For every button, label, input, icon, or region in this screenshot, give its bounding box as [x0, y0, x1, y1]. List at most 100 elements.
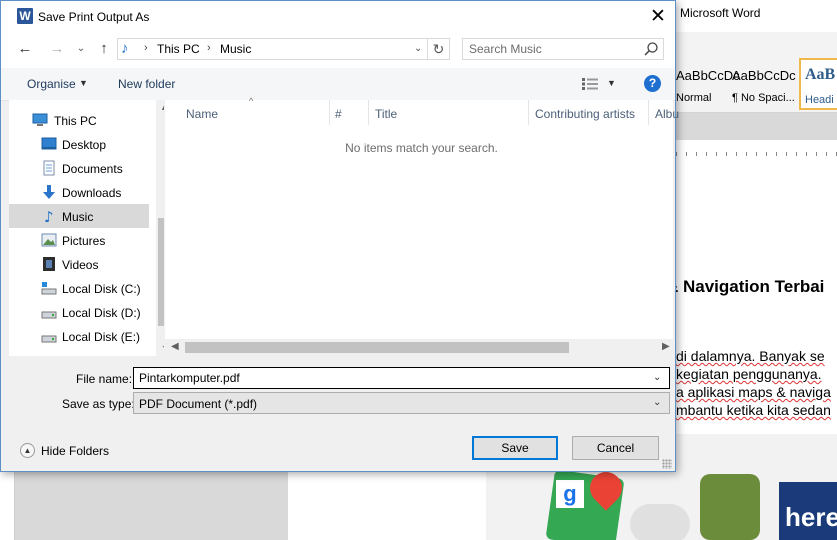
- document-text-line: kegiatan penggunanya.: [676, 366, 822, 382]
- breadcrumb-music[interactable]: Music: [220, 42, 251, 56]
- save-as-type-select[interactable]: PDF Document (*.pdf) ⌄: [133, 392, 670, 414]
- caret-down-icon[interactable]: ▼: [79, 78, 88, 88]
- address-bar[interactable]: ♪ › This PC › Music ⌄: [117, 38, 428, 60]
- style-sample: AaBbCcDc: [732, 68, 796, 83]
- help-icon[interactable]: ?: [644, 75, 661, 92]
- forward-arrow-icon[interactable]: →: [47, 38, 67, 60]
- svg-text:♪: ♪: [44, 208, 54, 224]
- horizontal-ruler: [676, 140, 837, 157]
- recent-locations-chevron-icon[interactable]: ⌄: [71, 38, 91, 60]
- music-icon: ♪: [41, 208, 57, 226]
- sort-ascending-icon: ^: [249, 96, 254, 106]
- sidebar-item-label: Pictures: [62, 234, 106, 248]
- column-divider[interactable]: [648, 100, 649, 125]
- sidebar-item-desktop[interactable]: Desktop: [9, 132, 149, 156]
- here-logo: here: [779, 482, 837, 540]
- chevron-down-icon[interactable]: ⌄: [653, 372, 661, 383]
- sidebar-item-local-disk-e[interactable]: Local Disk (E:): [9, 324, 149, 348]
- column-contributing-artists[interactable]: Contributing artists: [535, 107, 635, 121]
- search-box[interactable]: [462, 38, 664, 60]
- document-text-line: di dalamnya. Banyak se: [676, 348, 825, 364]
- sidebar-item-music[interactable]: ♪ Music: [9, 204, 149, 228]
- sidebar-item-label: Desktop: [62, 138, 107, 152]
- style-label: Normal: [676, 92, 712, 104]
- cancel-button[interactable]: Cancel: [572, 436, 659, 460]
- search-input[interactable]: [469, 42, 639, 56]
- google-g-icon: g: [556, 480, 584, 508]
- drive-icon: [41, 328, 57, 344]
- organise-button[interactable]: Organise: [27, 77, 76, 91]
- refresh-icon[interactable]: ↻: [428, 38, 450, 60]
- hide-folders-button[interactable]: ▲ Hide Folders: [20, 441, 120, 461]
- column-divider[interactable]: [329, 100, 330, 125]
- sidebar-item-label: Local Disk (D:): [62, 306, 141, 320]
- back-arrow-icon[interactable]: ←: [15, 38, 35, 60]
- file-name-label: File name:: [76, 372, 133, 386]
- chevron-down-icon[interactable]: ⌄: [414, 43, 422, 54]
- scroll-right-icon[interactable]: ▶: [662, 341, 670, 352]
- navigation-pane: This PC Desktop Documents Downloads ♪ Music Pi…: [9, 100, 164, 356]
- close-button[interactable]: ✕: [641, 1, 675, 32]
- column-album[interactable]: Albu: [655, 107, 679, 121]
- search-icon[interactable]: [643, 41, 659, 57]
- sidebar-item-documents[interactable]: Documents: [9, 156, 149, 180]
- file-name-input[interactable]: [139, 371, 639, 385]
- column-divider[interactable]: [528, 100, 529, 125]
- style-sample: AaB: [805, 66, 836, 83]
- empty-list-message: No items match your search.: [345, 141, 498, 155]
- word-title: Microsoft Word: [680, 6, 761, 20]
- scroll-up-icon[interactable]: ▲: [158, 102, 164, 112]
- vertical-ruler: [0, 470, 15, 540]
- column-divider[interactable]: [368, 100, 369, 125]
- style-no-spacing[interactable]: AaBbCcDc ¶ No Spaci...: [728, 58, 798, 110]
- column-number[interactable]: #: [335, 107, 342, 121]
- sidebar-item-this-pc[interactable]: This PC: [9, 108, 149, 132]
- horizontal-scroll-thumb[interactable]: [185, 342, 569, 353]
- up-arrow-icon[interactable]: ↑: [94, 38, 114, 60]
- sidebar-item-label: Music: [62, 210, 94, 224]
- style-label: Headi: [805, 94, 834, 106]
- style-heading[interactable]: AaB Headi: [799, 58, 837, 110]
- documents-icon: [41, 160, 57, 176]
- horizontal-scrollbar[interactable]: ◀ ▶: [165, 339, 673, 356]
- scroll-down-icon[interactable]: ⌄: [158, 340, 164, 351]
- resize-grip-icon[interactable]: [662, 459, 672, 469]
- column-title[interactable]: Title: [375, 107, 397, 121]
- sidebar-item-label: Local Disk (E:): [62, 330, 141, 344]
- view-options-icon[interactable]: [581, 77, 599, 91]
- drive-icon: [41, 304, 57, 320]
- hide-folders-label[interactable]: Hide Folders: [41, 444, 109, 458]
- sidebar-item-label: Downloads: [62, 186, 122, 200]
- computer-icon: [32, 112, 48, 128]
- breadcrumb-this-pc[interactable]: This PC: [157, 42, 200, 56]
- breadcrumb-separator[interactable]: ›: [207, 42, 211, 54]
- system-drive-icon: [41, 280, 57, 296]
- sidebar-item-pictures[interactable]: Pictures: [9, 228, 149, 252]
- document-heading: & Navigation Terbai: [666, 277, 825, 296]
- file-list[interactable]: ^ Name # Title Contributing artists Albu…: [165, 96, 679, 356]
- scroll-left-icon[interactable]: ◀: [171, 341, 179, 352]
- sidebar-item-downloads[interactable]: Downloads: [9, 180, 149, 204]
- dialog-title: Save Print Output As: [38, 10, 150, 24]
- save-as-type-label: Save as type:: [62, 397, 135, 411]
- chevron-down-icon[interactable]: ⌄: [653, 397, 661, 408]
- waze-bubble-icon: [630, 504, 690, 540]
- file-name-field[interactable]: ⌄: [133, 367, 670, 389]
- breadcrumb-separator[interactable]: ›: [144, 42, 148, 54]
- new-folder-button[interactable]: New folder: [118, 77, 175, 91]
- sidebar-item-local-disk-d[interactable]: Local Disk (D:): [9, 300, 149, 324]
- column-name[interactable]: Name: [186, 107, 218, 121]
- nav-pane-scroll-thumb[interactable]: [158, 218, 164, 326]
- save-as-type-value: PDF Document (*.pdf): [139, 397, 258, 411]
- collapse-up-icon[interactable]: ▲: [20, 443, 35, 458]
- sidebar-item-videos[interactable]: Videos: [9, 252, 149, 276]
- column-header-row: ^ Name # Title Contributing artists Albu: [165, 96, 679, 125]
- save-button[interactable]: Save: [472, 436, 558, 460]
- dialog-titlebar[interactable]: W Save Print Output As ✕: [1, 1, 675, 32]
- caret-down-icon[interactable]: ▼: [607, 78, 616, 88]
- document-text-line: a aplikasi maps & naviga: [676, 384, 831, 400]
- music-icon: ♪: [121, 40, 129, 57]
- sidebar-item-local-disk-c[interactable]: Local Disk (C:): [9, 276, 149, 300]
- style-normal[interactable]: AaBbCcDc Normal: [672, 58, 740, 110]
- navigation-app-icon: [700, 474, 760, 540]
